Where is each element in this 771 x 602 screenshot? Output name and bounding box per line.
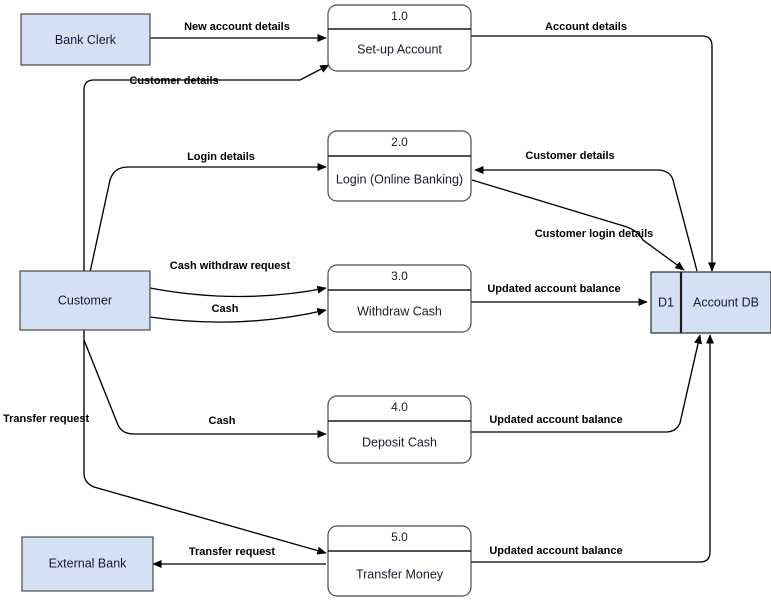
datastore-account-db-number: D1: [658, 295, 674, 309]
flow-line-transfer-request-in: [83, 340, 327, 555]
process-login[interactable]: 2.0 Login (Online Banking): [327, 130, 472, 202]
entity-external-bank[interactable]: External Bank: [21, 536, 154, 592]
process-transfer-money-number: 5.0: [391, 530, 408, 544]
process-login-number: 2.0: [391, 135, 408, 149]
flow-label-db-customer-details: Customer details: [525, 150, 614, 162]
entity-customer[interactable]: Customer: [19, 270, 151, 331]
flow-label-transfer-updated-balance: Updated account balance: [489, 545, 622, 557]
flow-label-new-account-details: New account details: [184, 21, 290, 33]
process-deposit-cash[interactable]: 4.0 Deposit Cash: [327, 395, 472, 464]
flow-label-transfer-request-out: Transfer request: [189, 546, 276, 558]
flow-label-customer-details-setup: Customer details: [129, 75, 218, 87]
dfd-diagram: Bank Clerk Customer External Bank 1.0 Se…: [0, 0, 771, 602]
entity-external-bank-label: External Bank: [49, 556, 128, 570]
entity-bank-clerk-label: Bank Clerk: [55, 33, 117, 47]
entity-customer-label: Customer: [58, 293, 112, 307]
process-login-label: Login (Online Banking): [336, 172, 463, 186]
process-withdraw-cash-label: Withdraw Cash: [357, 304, 442, 318]
process-withdraw-cash[interactable]: 3.0 Withdraw Cash: [327, 264, 472, 333]
process-setup-account-number: 1.0: [391, 9, 408, 23]
diagram-canvas: Bank Clerk Customer External Bank 1.0 Se…: [3, 4, 771, 597]
flow-label-customer-login-details: Customer login details: [535, 228, 654, 240]
flow-label-cash-withdraw: Cash: [212, 303, 239, 315]
process-transfer-money-label: Transfer Money: [356, 567, 444, 581]
flow-label-cash-withdraw-request: Cash withdraw request: [170, 260, 291, 272]
flow-label-account-details: Account details: [545, 21, 627, 33]
flow-label-withdraw-updated-balance: Updated account balance: [487, 283, 620, 295]
process-transfer-money[interactable]: 5.0 Transfer Money: [327, 525, 472, 597]
process-deposit-cash-number: 4.0: [391, 400, 408, 414]
flow-label-cash-deposit: Cash: [209, 415, 236, 427]
flow-label-deposit-updated-balance: Updated account balance: [489, 414, 622, 426]
flow-label-transfer-request-in: Transfer request: [3, 413, 90, 425]
process-withdraw-cash-number: 3.0: [391, 269, 408, 283]
flow-label-login-details: Login details: [187, 151, 255, 163]
flow-line-customer-login-details: [471, 179, 685, 271]
flow-line-cash-withdraw-request: [149, 285, 327, 298]
datastore-account-db[interactable]: D1 Account DB: [650, 271, 771, 334]
datastore-account-db-label: Account DB: [693, 295, 759, 309]
flow-line-transfer-updated-balance: [471, 334, 715, 563]
process-setup-account-label: Set-up Account: [357, 42, 442, 56]
process-deposit-cash-label: Deposit Cash: [362, 435, 437, 449]
entity-bank-clerk[interactable]: Bank Clerk: [20, 13, 151, 66]
process-setup-account[interactable]: 1.0 Set-up Account: [327, 4, 472, 72]
